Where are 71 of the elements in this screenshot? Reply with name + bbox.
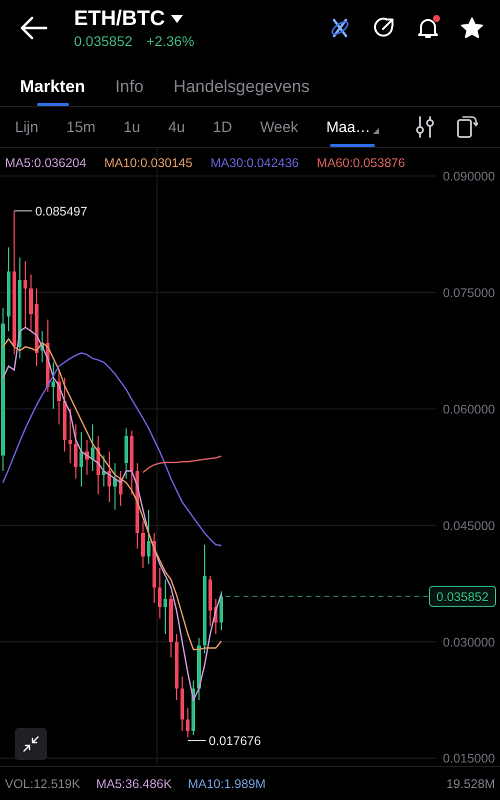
collapse-button[interactable]	[15, 728, 47, 760]
high-marker	[14, 210, 33, 212]
moving-average-legend: MA10:0.030145	[104, 156, 192, 170]
candlestick	[174, 634, 178, 700]
candlestick	[214, 599, 218, 634]
candlestick	[141, 521, 145, 568]
high-price-label: 0.085497	[35, 204, 88, 218]
candlestick	[197, 638, 201, 700]
candlestick	[169, 595, 173, 658]
interval-tab[interactable]: 15m	[66, 107, 96, 147]
candlestick	[124, 428, 128, 479]
pair-title[interactable]: ETH/BTC	[74, 7, 165, 31]
volume-stat: VOL:12.519K	[5, 776, 80, 790]
interval-tab[interactable]: 1D	[212, 107, 232, 147]
moving-average-legend: MA5:0.036204	[5, 156, 86, 170]
candlestick	[40, 331, 44, 362]
volume-stat: MA10:1.989M	[188, 776, 266, 790]
volume-stat: MA5:36.486K	[96, 776, 172, 790]
interval-tab[interactable]: Week	[260, 107, 298, 147]
axis-label: 19.528M	[446, 776, 495, 790]
candlestick	[68, 408, 72, 464]
price-change: +2.36%	[146, 33, 194, 49]
star-icon[interactable]	[460, 16, 484, 40]
candlestick	[130, 430, 134, 494]
interval-tab[interactable]: Lijn	[15, 107, 38, 147]
candlestick	[52, 362, 56, 409]
candlestick	[186, 708, 190, 738]
price-tag: 0.035852	[429, 586, 496, 607]
candlestick	[158, 568, 162, 618]
last-price: 0.035852	[74, 33, 132, 49]
moving-average-legend: MA60:0.053876	[316, 156, 406, 170]
low-marker	[187, 740, 206, 741]
candlestick	[96, 436, 100, 494]
candlestick	[146, 510, 150, 564]
candlestick	[57, 370, 61, 424]
candlestick	[85, 440, 89, 475]
collapse-icon	[23, 736, 39, 752]
rotate-screen-icon[interactable]	[456, 115, 478, 139]
axis-label: 0.045000	[442, 518, 495, 533]
sliders-icon[interactable]	[414, 115, 436, 139]
candlestick	[208, 576, 212, 626]
candlestick	[80, 432, 84, 486]
interval-tab[interactable]: 1u	[124, 107, 140, 147]
candlestick	[90, 424, 94, 471]
candlestick	[113, 463, 117, 510]
moving-average-legend: MA30:0.042436	[210, 156, 299, 170]
caret-icon[interactable]	[171, 15, 183, 23]
tab[interactable]: Info	[115, 56, 144, 106]
axis-label: 0.060000	[442, 402, 495, 416]
candlestick	[164, 580, 168, 634]
candlestick	[74, 424, 78, 479]
axis-label: 0.015000	[442, 752, 495, 766]
candlestick	[152, 533, 156, 603]
candlestick	[102, 455, 106, 486]
candlestick	[192, 680, 196, 735]
candlestick	[24, 261, 28, 328]
candlestick	[118, 470, 122, 506]
axis-label: 0.075000	[442, 286, 495, 300]
candlestick	[180, 676, 184, 732]
axis-label: 0.030000	[442, 635, 495, 650]
bell-icon[interactable]	[416, 16, 440, 40]
interval-tab[interactable]: Maa…	[326, 107, 380, 147]
candlestick	[29, 274, 33, 332]
interval-tab[interactable]: 4u	[168, 107, 185, 147]
tab[interactable]: Markten	[20, 56, 86, 106]
low-price-label: 0.017676	[208, 734, 261, 748]
tab[interactable]: Handelsgegevens	[174, 56, 310, 106]
axis-label: 0.090000	[442, 169, 495, 184]
candlestick	[220, 591, 224, 630]
candlestick	[108, 452, 112, 502]
back-icon[interactable]	[20, 16, 48, 40]
